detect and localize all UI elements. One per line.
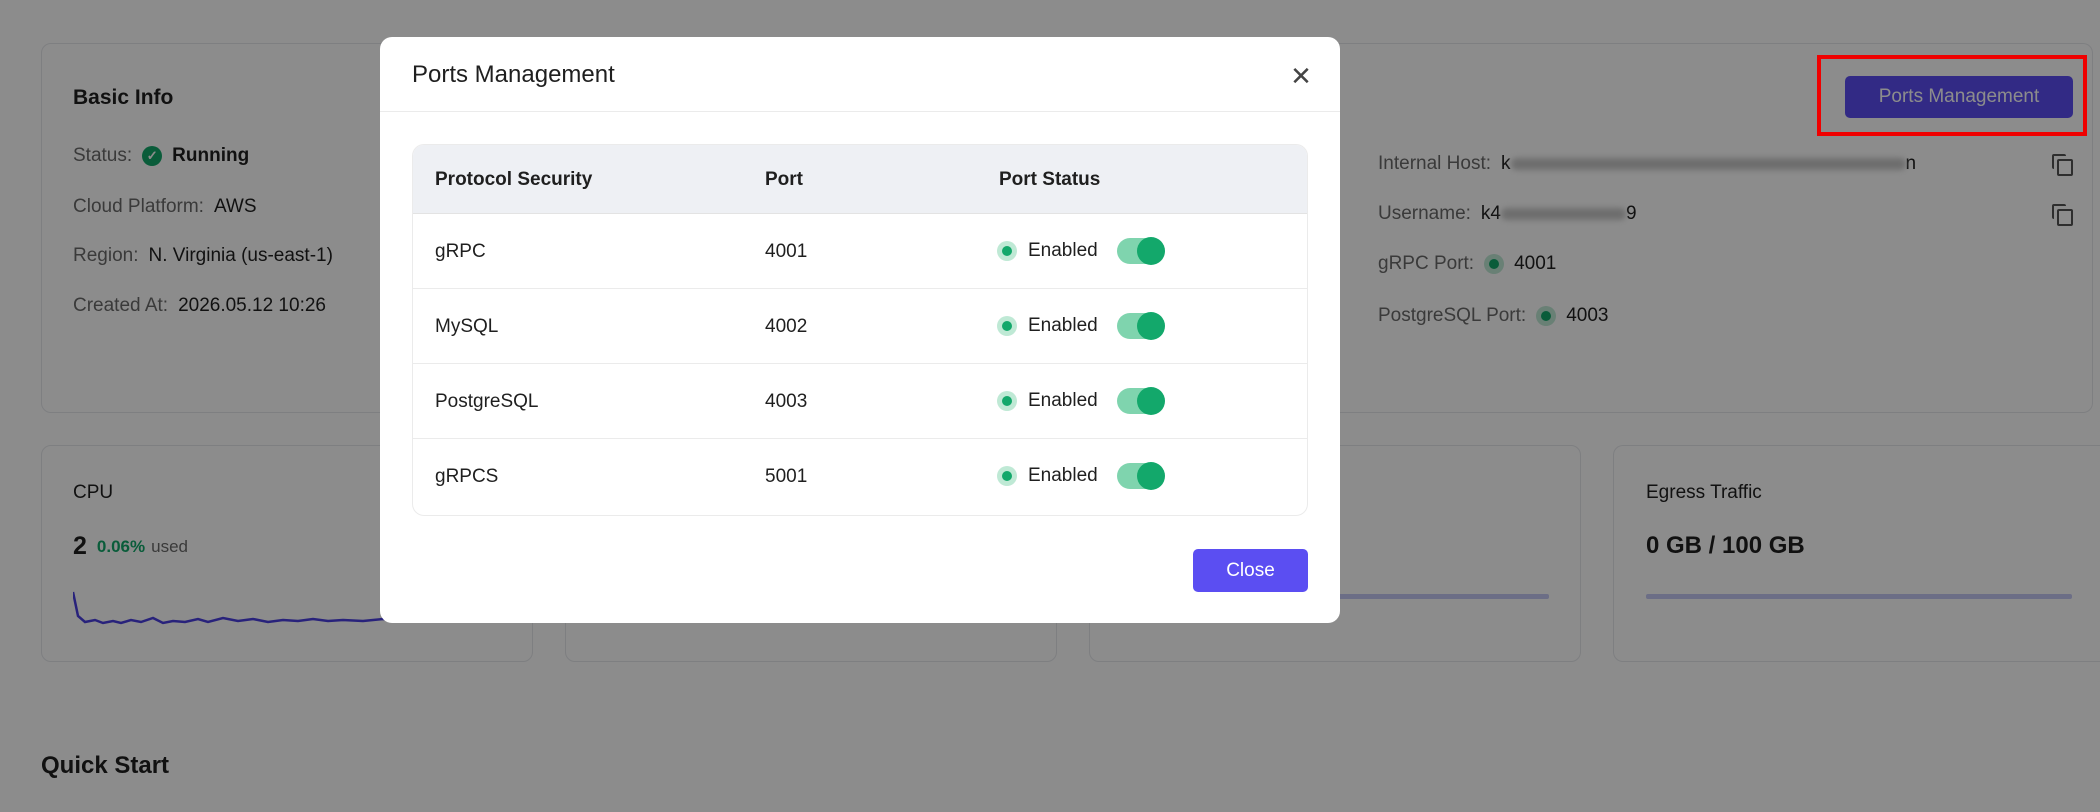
status-text: Enabled (1028, 465, 1098, 486)
port-toggle[interactable] (1117, 312, 1165, 340)
status-cell: Enabled (997, 240, 1098, 262)
port-cell: 5001 (765, 466, 808, 487)
ports-management-modal: Ports Management ✕ Protocol Security Por… (380, 37, 1340, 623)
table-row: MySQL 4002 Enabled (413, 289, 1307, 364)
close-icon[interactable]: ✕ (1286, 61, 1316, 91)
ports-table: Protocol Security Port Port Status gRPC … (412, 144, 1308, 516)
port-cell: 4003 (765, 391, 808, 412)
status-dot-icon (997, 466, 1017, 486)
status-dot-icon (997, 241, 1017, 261)
status-dot-icon (997, 391, 1017, 411)
protocol-cell: MySQL (435, 316, 499, 337)
status-text: Enabled (1028, 390, 1098, 411)
highlight-box (1817, 55, 2087, 136)
table-header: Protocol Security Port Port Status (413, 145, 1307, 214)
protocol-cell: gRPCS (435, 466, 499, 487)
status-cell: Enabled (997, 465, 1098, 487)
port-toggle[interactable] (1117, 237, 1165, 265)
port-cell: 4001 (765, 241, 808, 262)
header-status: Port Status (999, 169, 1101, 190)
close-button[interactable]: Close (1193, 549, 1308, 592)
status-text: Enabled (1028, 315, 1098, 336)
status-text: Enabled (1028, 240, 1098, 261)
modal-title: Ports Management (412, 61, 615, 88)
status-cell: Enabled (997, 390, 1098, 412)
port-toggle[interactable] (1117, 387, 1165, 415)
table-row: PostgreSQL 4003 Enabled (413, 364, 1307, 439)
header-protocol: Protocol Security (435, 169, 593, 190)
port-cell: 4002 (765, 316, 808, 337)
modal-divider (380, 111, 1340, 112)
protocol-cell: PostgreSQL (435, 391, 539, 412)
table-row: gRPC 4001 Enabled (413, 214, 1307, 289)
status-dot-icon (997, 316, 1017, 336)
protocol-cell: gRPC (435, 241, 486, 262)
table-row: gRPCS 5001 Enabled (413, 439, 1307, 514)
port-toggle[interactable] (1117, 462, 1165, 490)
header-port: Port (765, 169, 803, 190)
status-cell: Enabled (997, 315, 1098, 337)
